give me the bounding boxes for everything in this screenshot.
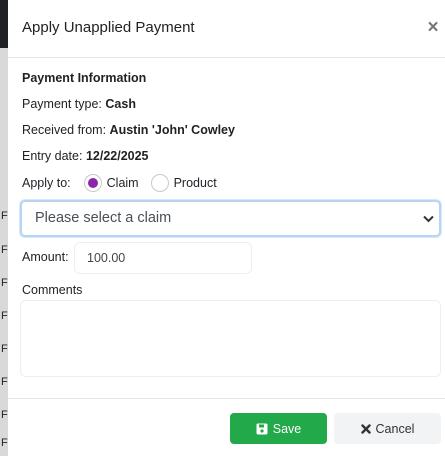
radio-claim[interactable]: Claim (83, 174, 139, 192)
entry-date-line: Entry date: 12/22/2025 (22, 149, 149, 163)
close-button[interactable]: × (425, 16, 441, 40)
radio-claim-circle[interactable] (83, 174, 102, 192)
apply-to-label: Apply to: (22, 176, 71, 190)
payment-type-value: Cash (105, 97, 136, 111)
save-icon (256, 423, 268, 434)
section-title: Payment Information (22, 71, 147, 85)
modal-title: Apply Unapplied Payment (22, 19, 195, 36)
apply-payment-modal: Apply Unapplied Payment × Payment Inform… (8, 0, 445, 456)
comments-label: Comments (22, 283, 83, 297)
radio-product-circle[interactable] (150, 174, 169, 192)
payment-type-label: Payment type: (22, 97, 102, 111)
amount-label: Amount: (22, 250, 69, 264)
cancel-button[interactable]: Cancel (334, 413, 441, 444)
save-label: Save (272, 421, 302, 436)
received-from-label: Received from: (22, 123, 107, 137)
apply-to-row: Apply to: Claim Product (22, 173, 217, 193)
background-page: F F F F F F F F (0, 0, 8, 456)
received-from-line: Received from: Austin 'John' Cowley (22, 123, 235, 137)
cancel-label: Cancel (375, 421, 415, 436)
close-icon (360, 423, 371, 434)
radio-selected-dot (87, 178, 98, 188)
payment-type-line: Payment type: Cash (22, 97, 136, 111)
claim-select[interactable]: Please select a claim (20, 200, 441, 237)
modal-header: Apply Unapplied Payment × (8, 0, 445, 58)
footer-divider (8, 398, 445, 399)
entry-date-label: Entry date: (22, 149, 83, 163)
close-icon: × (427, 17, 439, 38)
save-button[interactable]: Save (230, 413, 327, 444)
chevron-down-icon (421, 202, 435, 235)
background-header (0, 0, 8, 48)
received-from-value: Austin 'John' Cowley (109, 123, 235, 137)
radio-product[interactable]: Product (150, 174, 217, 192)
radio-claim-label[interactable]: Claim (107, 176, 139, 190)
radio-product-label[interactable]: Product (174, 176, 217, 190)
amount-input[interactable]: 100.00 (74, 242, 252, 274)
claim-select-value: Please select a claim (35, 210, 172, 226)
entry-date-value: 12/22/2025 (85, 149, 149, 163)
comments-textarea[interactable] (20, 300, 441, 377)
